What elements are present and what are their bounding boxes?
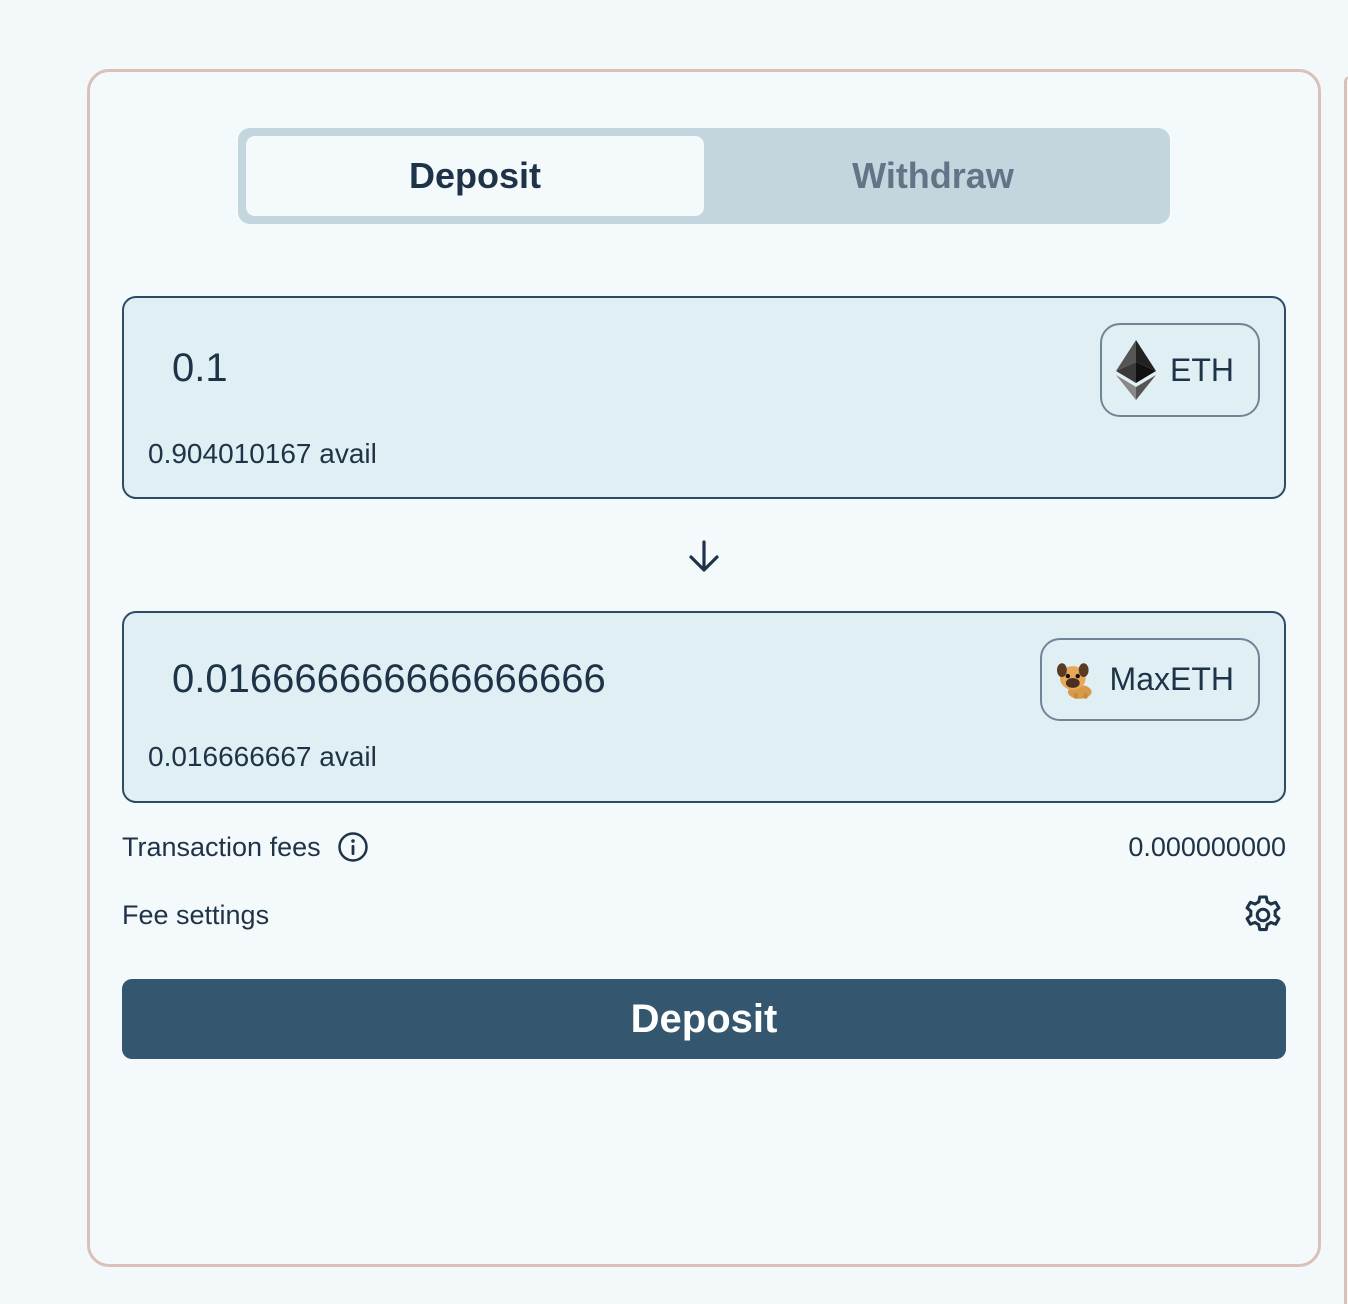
adjacent-card-edge	[1344, 76, 1348, 1304]
destination-amount-input[interactable]	[172, 657, 952, 702]
pug-icon	[1056, 662, 1092, 699]
tab-deposit[interactable]: Deposit	[246, 136, 704, 216]
transaction-fees-label: Transaction fees	[122, 831, 321, 862]
destination-token-selector[interactable]: MaxETH	[1040, 638, 1260, 721]
destination-available-balance: 0.016666667 avail	[148, 741, 377, 772]
gear-icon[interactable]	[1240, 892, 1286, 938]
source-token-label: ETH	[1170, 351, 1234, 388]
transaction-fees-row: Transaction fees 0.000000000	[122, 826, 1286, 868]
arrow-down-icon	[689, 540, 719, 572]
deposit-button[interactable]: Deposit	[122, 979, 1286, 1059]
source-token-selector[interactable]: ETH	[1100, 323, 1260, 417]
fee-settings-label: Fee settings	[122, 899, 270, 930]
tab-withdraw[interactable]: Withdraw	[704, 136, 1162, 216]
destination-amount-box: 0.016666667 avail MaxETH	[122, 611, 1286, 803]
info-icon[interactable]	[337, 831, 369, 863]
fee-settings-row: Fee settings	[122, 892, 1286, 938]
source-amount-input[interactable]	[172, 346, 952, 391]
destination-token-label: MaxETH	[1109, 661, 1234, 697]
ethereum-icon	[1116, 340, 1156, 400]
source-amount-box: 0.904010167 avail ETH	[122, 296, 1286, 499]
mode-tabs: Deposit Withdraw	[238, 128, 1170, 224]
source-available-balance: 0.904010167 avail	[148, 438, 377, 469]
transaction-fees-value: 0.000000000	[1128, 831, 1286, 862]
